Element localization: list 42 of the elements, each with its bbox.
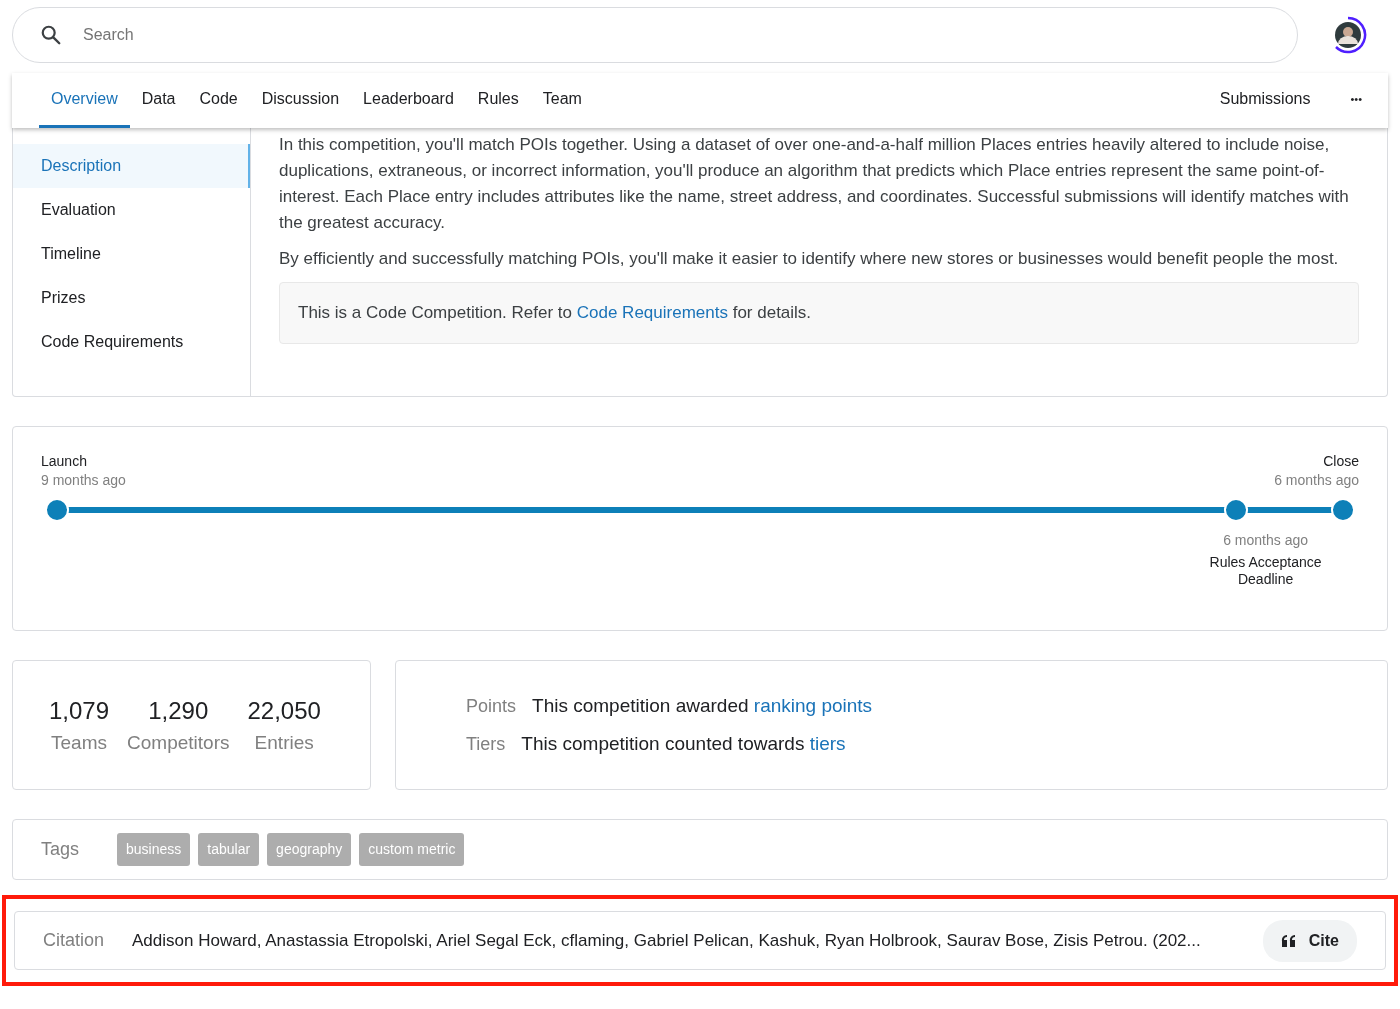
award-text: This competition counted towards tiers — [521, 732, 846, 756]
paragraph: In this competition, you'll match POIs together. Using a dataset of over one-and-a-half million Places entries heavily altered to include noise, duplications, extraneous, or incorrect information, you'll produce an algorithm that predicts which Place entries represent the same point-of-interest. Each Place entry includes attributes like the name, street address, and coordinates. Successful submissions will identify matches with the greatest accuracy. — [279, 134, 1350, 234]
award-text: This competition awarded ranking points — [532, 693, 873, 718]
stat-label: Teams — [50, 730, 108, 755]
stat-label: Competitors — [127, 730, 230, 755]
tab[interactable]: Leaderboard — [351, 73, 466, 128]
sidebar-item[interactable]: Description — [13, 144, 250, 188]
more-button[interactable]: ••• — [1338, 73, 1374, 128]
tab[interactable]: Code — [187, 73, 250, 128]
link[interactable]: ranking points — [753, 694, 873, 716]
milestone-time: 6 months ago — [1222, 531, 1309, 550]
cite-button[interactable]: Cite — [1262, 919, 1357, 962]
tab[interactable]: Overview — [39, 73, 130, 128]
link[interactable]: Code Requirements — [576, 303, 728, 322]
milestone-time: 6 months ago — [1274, 471, 1359, 490]
sidebar-item[interactable]: Timeline — [13, 232, 250, 276]
award-label: Tiers — [466, 733, 506, 756]
paragraph: By efficiently and successfully matching POIs, you'll make it easier to identify where new stores or businesses would benefit people the most. — [279, 248, 1340, 270]
milestone-title: Close — [1322, 453, 1359, 470]
sidebar-item[interactable]: Code Requirements — [13, 320, 250, 364]
stat-value: 22,050 — [247, 695, 321, 726]
sidebar-item[interactable]: Evaluation — [13, 188, 250, 232]
link[interactable]: tiers — [809, 733, 846, 754]
award-label: Points — [466, 694, 517, 718]
search-field[interactable]: Search — [12, 7, 1298, 63]
milestone-title: Launch — [41, 453, 88, 470]
citation-text: Addison Howard, Anastassia Etropolski, Ariel Segal Eck, cflaming, Gabriel Pelican, Kashuk, Ryan Holbrook, Saurav Bose, Zisis Petrou. (202... — [132, 929, 1202, 952]
stat-value: 1,079 — [49, 695, 110, 726]
stat-label: Entries — [253, 730, 315, 755]
sidebar-item[interactable]: Prizes — [13, 276, 250, 320]
note-text: This is a Code Competition. Refer to Code Requirements for details. — [298, 302, 813, 324]
tab[interactable]: Discussion — [249, 73, 352, 128]
tab[interactable]: Rules — [465, 73, 531, 128]
tab[interactable]: Submissions — [1207, 73, 1323, 128]
citation-label: Citation — [43, 929, 105, 952]
milestone-title: Rules Acceptance Deadline — [1208, 554, 1323, 588]
milestone-time: 9 months ago — [41, 471, 126, 490]
tags-label: Tags — [41, 838, 80, 861]
tab[interactable]: Data — [129, 73, 188, 128]
stat-value: 1,290 — [147, 695, 210, 726]
quote-icon — [1280, 934, 1297, 947]
tab[interactable]: Team — [530, 73, 594, 128]
